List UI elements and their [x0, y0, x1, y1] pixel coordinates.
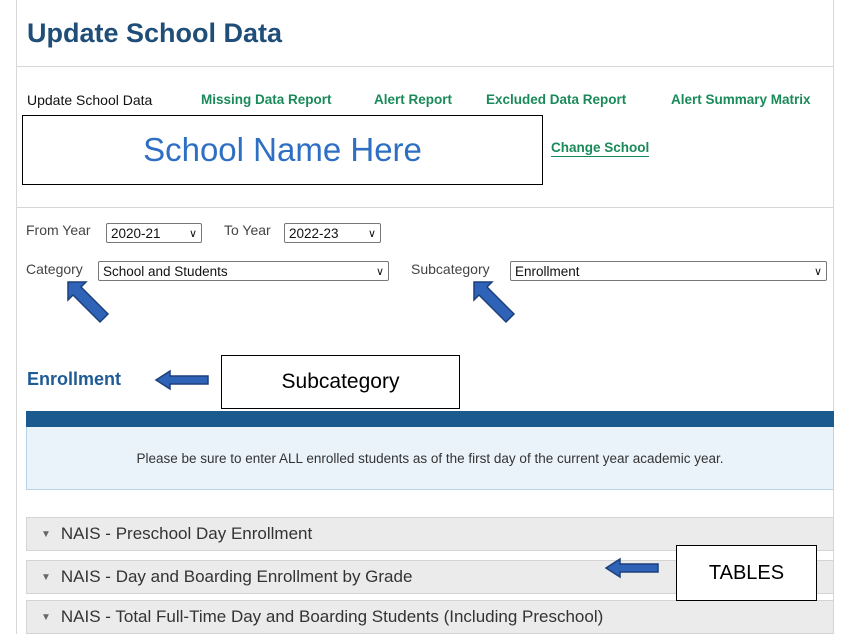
notice-message: Please be sure to enter ALL enrolled stu…	[26, 427, 834, 490]
expand-triangle-icon: ▼	[41, 528, 51, 540]
table-title: NAIS - Preschool Day Enrollment	[60, 524, 313, 543]
tables-annotation: TABLES	[676, 545, 817, 601]
from-year-select[interactable]: 2020-21 ∨	[106, 223, 202, 243]
annotation-arrow-icon	[154, 369, 209, 391]
divider	[17, 207, 833, 208]
school-name: School Name Here	[143, 131, 422, 168]
annotation-arrow-icon	[67, 281, 110, 324]
tab-missing-data-report[interactable]: Missing Data Report	[201, 92, 332, 107]
table-title: NAIS - Day and Boarding Enrollment by Gr…	[60, 567, 413, 586]
school-name-box: School Name Here	[22, 115, 543, 185]
subcategory-annotation: Subcategory	[221, 355, 460, 409]
divider	[17, 66, 833, 67]
to-year-label: To Year	[224, 222, 271, 238]
from-year-label: From Year	[26, 222, 91, 238]
table-header-total-fulltime[interactable]: ▼ NAIS - Total Full-Time Day and Boardin…	[26, 600, 834, 634]
subcategory-label: Subcategory	[411, 261, 490, 277]
category-value: School and Students	[103, 263, 228, 279]
annotation-label: Subcategory	[281, 370, 400, 393]
table-title: NAIS - Total Full-Time Day and Boarding …	[60, 607, 604, 626]
expand-triangle-icon: ▼	[41, 611, 51, 623]
annotation-label: TABLES	[708, 561, 785, 584]
tab-alert-report[interactable]: Alert Report	[374, 92, 452, 107]
chevron-down-icon: ∨	[375, 265, 384, 278]
category-label: Category	[26, 261, 83, 277]
notice-band	[26, 411, 834, 427]
expand-triangle-icon: ▼	[41, 571, 51, 583]
category-select[interactable]: School and Students ∨	[98, 261, 389, 281]
tab-update-school-data[interactable]: Update School Data	[27, 92, 152, 108]
tab-excluded-data-report[interactable]: Excluded Data Report	[486, 92, 626, 107]
to-year-value: 2022-23	[289, 225, 339, 241]
to-year-select[interactable]: 2022-23 ∨	[284, 223, 381, 243]
chevron-down-icon: ∨	[367, 227, 376, 240]
notice-text: Please be sure to enter ALL enrolled stu…	[136, 450, 724, 466]
page-title: Update School Data	[27, 18, 283, 48]
annotation-arrow-icon	[473, 281, 516, 324]
annotation-arrow-icon	[604, 557, 659, 579]
section-heading: Enrollment	[27, 369, 122, 389]
chevron-down-icon: ∨	[188, 227, 197, 240]
tab-alert-summary-matrix[interactable]: Alert Summary Matrix	[671, 92, 811, 107]
from-year-value: 2020-21	[111, 225, 161, 241]
change-school-link[interactable]: Change School	[551, 140, 650, 157]
chevron-down-icon: ∨	[813, 265, 822, 278]
subcategory-select[interactable]: Enrollment ∨	[510, 261, 827, 281]
